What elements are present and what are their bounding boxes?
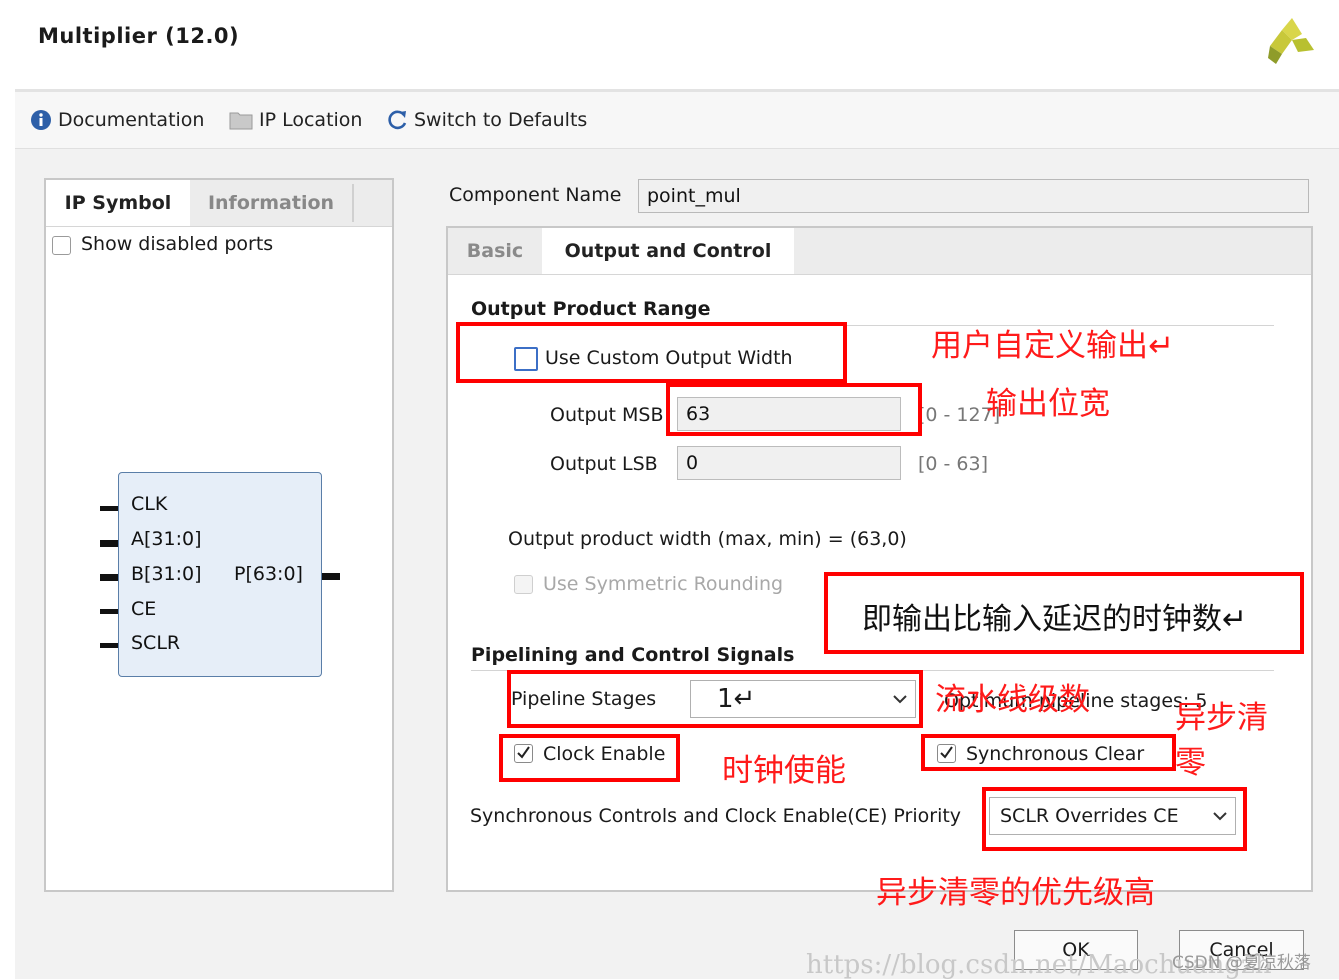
ip-location-label: IP Location — [259, 109, 363, 131]
port-a: A[31:0] — [131, 528, 202, 550]
port-ce: CE — [131, 598, 157, 620]
highlight-pipeline-stages — [507, 670, 923, 728]
annotation-pipeline-stages: 流水线级数 — [935, 682, 1090, 718]
show-disabled-ports-checkbox[interactable] — [52, 236, 71, 255]
tab-output-and-control[interactable]: Output and Control — [542, 228, 794, 274]
component-name-input[interactable] — [638, 179, 1309, 213]
switch-defaults-button[interactable]: Switch to Defaults — [386, 106, 587, 134]
pin-ce — [100, 609, 118, 614]
folder-icon — [229, 110, 253, 130]
annotation-clock-enable: 时钟使能 — [722, 753, 846, 789]
output-lsb-range: [0 - 63] — [918, 453, 989, 475]
documentation-label: Documentation — [58, 109, 205, 131]
pipelining-title: Pipelining and Control Signals — [471, 644, 795, 666]
pin-a — [100, 540, 118, 547]
window-title: Multiplier (12.0) — [38, 24, 240, 48]
priority-label: Synchronous Controls and Clock Enable(CE… — [470, 805, 962, 827]
tab-basic[interactable]: Basic — [448, 228, 542, 274]
left-tab-bar: IP Symbol Information — [46, 180, 392, 227]
highlight-clock-enable — [499, 734, 680, 782]
refresh-icon — [386, 109, 408, 131]
symmetric-rounding-label: Use Symmetric Rounding — [543, 573, 784, 595]
annotation-custom-output: 用户自定义输出↵ — [931, 328, 1174, 364]
ip-location-button[interactable]: IP Location — [229, 106, 362, 134]
port-p: P[63:0] — [234, 563, 303, 585]
switch-defaults-label: Switch to Defaults — [414, 109, 588, 131]
ip-symbol-block: CLK A[31:0] B[31:0] CE SCLR P[63:0] — [118, 472, 322, 677]
tab-information[interactable]: Information — [190, 180, 352, 226]
annotation-sync-clear-2: 零 — [1175, 745, 1206, 781]
port-clk: CLK — [131, 493, 168, 515]
annotation-output-width: 输出位宽 — [986, 386, 1110, 422]
highlight-custom-output — [456, 322, 847, 383]
symmetric-rounding-checkbox[interactable] — [514, 575, 533, 594]
csdn-watermark: CSDN @夏凉秋落 — [1172, 953, 1311, 973]
documentation-button[interactable]: Documentation — [30, 106, 204, 134]
port-b: B[31:0] — [131, 563, 202, 585]
info-icon — [30, 109, 52, 131]
output-msb-label: Output MSB — [550, 404, 664, 426]
tab-ip-symbol[interactable]: IP Symbol — [46, 180, 190, 226]
component-name-label: Component Name — [449, 184, 622, 206]
highlight-priority — [982, 787, 1247, 851]
output-lsb-label: Output LSB — [550, 453, 658, 475]
output-product-width: Output product width (max, min) = (63,0) — [508, 528, 907, 550]
annotation-sync-clear-1: 异步清 — [1175, 700, 1268, 736]
output-range-title: Output Product Range — [471, 298, 711, 320]
show-disabled-ports-label: Show disabled ports — [81, 233, 274, 255]
highlight-output-msb — [666, 383, 922, 436]
pin-sclr — [100, 643, 118, 648]
pin-p — [322, 573, 340, 580]
xilinx-logo-icon — [1268, 18, 1314, 64]
tab-divider — [352, 184, 354, 222]
annotation-latency-note: 即输出比输入延迟的时钟数↵ — [862, 602, 1248, 637]
output-lsb-field[interactable] — [677, 446, 901, 480]
pin-clk — [100, 506, 118, 511]
highlight-sync-clear — [921, 734, 1176, 771]
port-sclr: SCLR — [131, 632, 181, 654]
pin-b — [100, 574, 118, 581]
toolbar: Documentation IP Location Switch to Defa… — [15, 92, 1339, 149]
config-tab-bar: Basic Output and Control — [448, 228, 1311, 275]
annotation-priority: 异步清零的优先级高 — [876, 875, 1155, 911]
